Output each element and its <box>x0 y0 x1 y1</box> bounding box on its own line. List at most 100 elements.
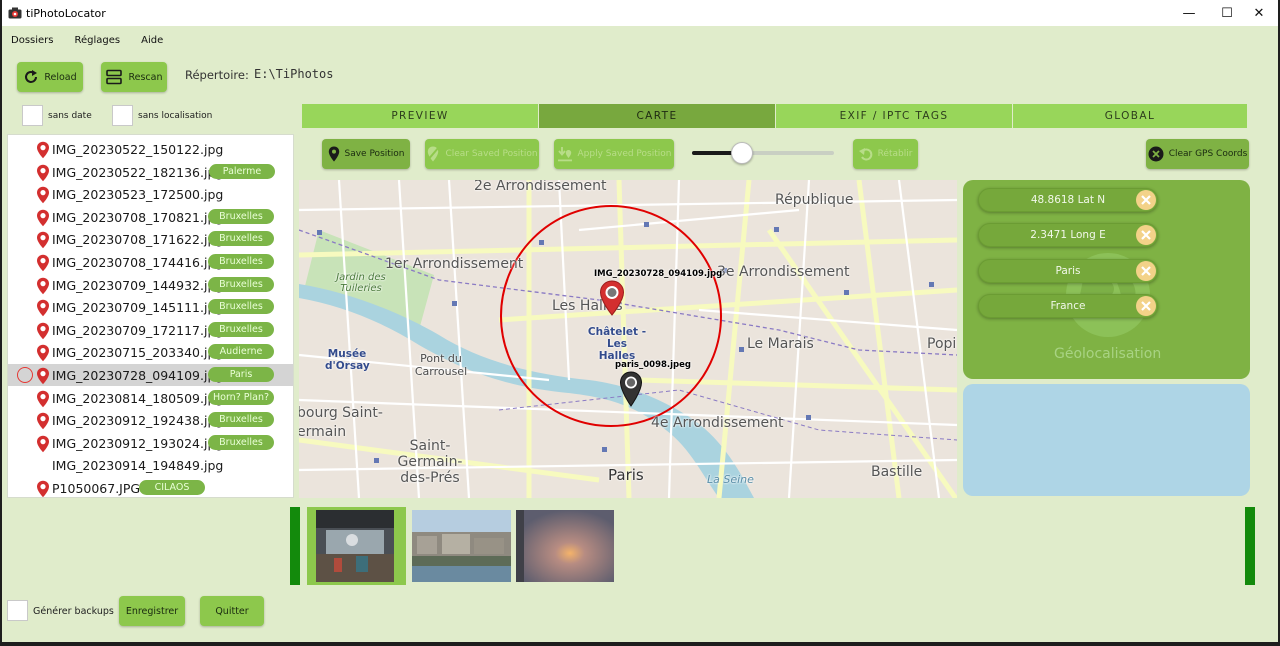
selected-marker-label: IMG_20230728_094109.jpg <box>594 269 723 279</box>
file-list-item[interactable]: IMG_20230708_174416.jpg Bruxelles <box>8 251 293 273</box>
tab-preview[interactable]: PREVIEW <box>302 104 539 128</box>
other-marker-label: paris_0098.jpeg <box>615 360 691 370</box>
location-badge: Bruxelles <box>208 434 274 450</box>
clear-city-icon[interactable] <box>1136 261 1156 281</box>
file-name: P1050067.JPG <box>52 481 141 496</box>
tab-carte[interactable]: CARTE <box>539 104 776 128</box>
file-list-item[interactable]: IMG_20230715_203340.jpg Audierne <box>8 341 293 363</box>
apply-saved-position-button[interactable]: Apply Saved Position <box>554 139 674 169</box>
file-name: IMG_20230523_172500.jpg <box>52 187 224 203</box>
thumbnail-band <box>2 498 1278 590</box>
close-circle-icon <box>1148 146 1164 162</box>
thumbnail-scroll-right[interactable] <box>1245 507 1255 585</box>
selected-indicator-icon <box>17 367 33 383</box>
quitter-button[interactable]: Quitter <box>200 596 264 626</box>
other-map-marker-icon[interactable] <box>619 371 643 407</box>
file-list-item[interactable]: IMG_20230523_172500.jpg <box>8 183 293 205</box>
map-label-bourg-saint: bourg Saint- <box>299 405 383 421</box>
clear-country-icon[interactable] <box>1136 296 1156 316</box>
thumbnail-1[interactable] <box>316 510 394 582</box>
file-list-item[interactable]: IMG_20230709_144932.jpg Bruxelles <box>8 274 293 296</box>
map-pin-icon <box>328 146 340 162</box>
file-name: IMG_20230522_150122.jpg <box>52 142 224 157</box>
menu-reglages[interactable]: Réglages <box>75 35 121 46</box>
clear-longitude-icon[interactable] <box>1136 225 1156 245</box>
file-name: IMG_20230728_094109.jpg <box>52 368 224 383</box>
save-position-label: Save Position <box>344 149 405 159</box>
file-list-item[interactable]: IMG_20230912_193024.jpg Bruxelles <box>8 432 293 454</box>
location-badge: CILAOS <box>139 480 205 495</box>
file-name: IMG_20230709_145111.jpg <box>52 300 224 316</box>
country-field[interactable]: France <box>978 294 1158 318</box>
reload-label: Reload <box>44 71 77 83</box>
location-pin-icon <box>37 480 49 497</box>
file-list[interactable]: IMG_20230522_150122.jpg IMG_20230522_1821… <box>7 134 294 498</box>
camera-icon <box>8 7 22 19</box>
location-pin-icon <box>37 345 49 362</box>
thumbnail-3[interactable] <box>516 510 614 582</box>
save-position-button[interactable]: Save Position <box>322 139 410 169</box>
rescan-button[interactable]: Rescan <box>101 62 167 92</box>
file-list-item[interactable]: IMG_20230814_180509.jpg Horn? Plan? <box>8 387 293 409</box>
map-label-2e-arr: 2e Arrondissement <box>474 180 607 194</box>
clear-saved-position-label: Clear Saved Position <box>445 149 538 159</box>
reload-button[interactable]: Reload <box>17 62 83 92</box>
file-list-item[interactable]: IMG_20230728_094109.jpg Paris <box>8 364 293 386</box>
clear-saved-position-button[interactable]: Clear Saved Position <box>425 139 539 169</box>
file-list-item[interactable]: IMG_20230709_172117.jpg Bruxelles <box>8 319 293 341</box>
sans-localisation-label: sans localisation <box>138 111 213 121</box>
map-view[interactable]: 2e Arrondissement République 1er Arrondi… <box>299 180 957 498</box>
file-list-item[interactable]: IMG_20230709_145111.jpg Bruxelles <box>8 296 293 318</box>
location-badge: Bruxelles <box>208 231 274 247</box>
minimize-button[interactable]: — <box>1170 0 1208 26</box>
file-list-item[interactable]: IMG_20230912_192438.jpg Bruxelles <box>8 409 293 431</box>
tab-exif-iptc[interactable]: EXIF / IPTC TAGS <box>776 104 1013 128</box>
longitude-field[interactable]: 2.3471 Long E <box>978 223 1158 247</box>
file-list-item[interactable]: P1050067.JPG CILAOS <box>8 477 293 497</box>
location-pin-icon <box>37 277 49 294</box>
file-name: IMG_20230912_192438.jpg <box>52 413 224 429</box>
repertoire-value: E:\TiPhotos <box>254 67 334 81</box>
thumbnail-scroll-left[interactable] <box>290 507 300 585</box>
clear-latitude-icon[interactable] <box>1136 190 1156 210</box>
clear-gps-coords-button[interactable]: Clear GPS Coords <box>1146 139 1249 169</box>
location-badge: Bruxelles <box>208 299 274 315</box>
close-window-button[interactable]: ✕ <box>1240 0 1278 26</box>
file-list-item[interactable]: IMG_20230708_171622.jpg Bruxelles <box>8 228 293 250</box>
thumbnail-3-image <box>516 510 614 582</box>
location-badge: Bruxelles <box>208 321 274 337</box>
file-list-item[interactable]: IMG_20230914_194849.jpg <box>8 454 293 476</box>
enregistrer-button[interactable]: Enregistrer <box>119 596 185 626</box>
location-badge: Bruxelles <box>208 412 274 428</box>
map-label-1er-arr: 1er Arrondissement <box>385 256 524 272</box>
pin-off-icon <box>426 146 441 162</box>
file-list-item[interactable]: IMG_20230522_150122.jpg <box>8 138 293 160</box>
location-pin-icon <box>37 435 49 452</box>
generer-backups-checkbox[interactable] <box>7 600 28 621</box>
city-field[interactable]: Paris <box>978 259 1158 283</box>
menu-dossiers[interactable]: Dossiers <box>11 35 54 46</box>
location-pin-icon <box>37 232 49 249</box>
sans-date-checkbox[interactable] <box>22 105 43 126</box>
location-badge: Horn? Plan? <box>208 389 274 405</box>
map-label-4e-arr: 4e Arrondissement <box>651 415 784 431</box>
sans-localisation-checkbox[interactable] <box>112 105 133 126</box>
retablir-button[interactable]: Rétablir <box>853 139 918 169</box>
location-badge: Palerme <box>209 163 275 179</box>
file-name: IMG_20230814_180509.jpg <box>52 390 224 406</box>
menu-aide[interactable]: Aide <box>141 35 163 46</box>
file-list-item[interactable]: IMG_20230522_182136.jpg Palerme <box>8 161 293 183</box>
location-pin-icon <box>37 412 49 430</box>
file-list-item[interactable]: IMG_20230708_170821.jpg Bruxelles <box>8 206 293 228</box>
location-pin-icon <box>37 390 49 407</box>
title-bar: tiPhotoLocator — ☐ ✕ <box>2 0 1278 26</box>
menu-bar: Dossiers Réglages Aide <box>2 26 1278 54</box>
selected-map-marker-icon[interactable] <box>599 280 625 316</box>
zoom-slider-knob[interactable] <box>731 142 753 164</box>
file-name: IMG_20230522_182136.jpg <box>52 164 224 180</box>
secondary-panel <box>963 384 1250 496</box>
tab-global[interactable]: GLOBAL <box>1013 104 1248 128</box>
map-label-bastille: Bastille <box>871 464 923 480</box>
thumbnail-2[interactable] <box>412 510 511 582</box>
latitude-field[interactable]: 48.8618 Lat N <box>978 188 1158 212</box>
